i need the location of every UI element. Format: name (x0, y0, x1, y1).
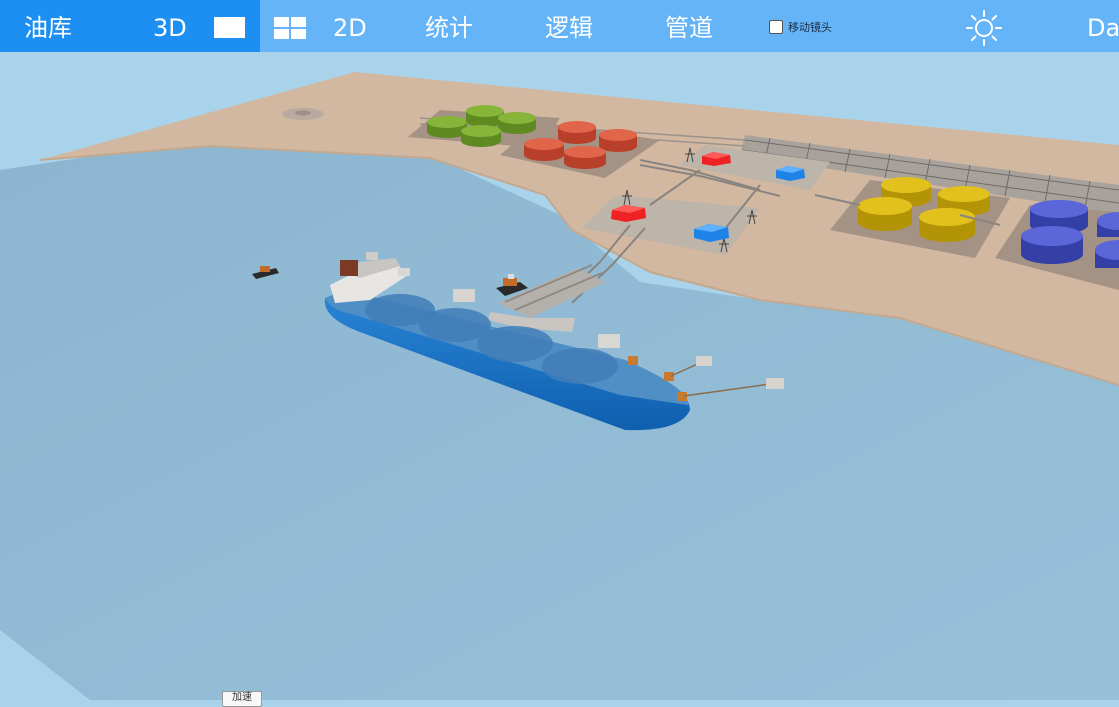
sun-icon[interactable] (964, 8, 1004, 48)
menu-pipeline[interactable]: 管道 (665, 0, 713, 52)
move-camera-toggle[interactable]: 移动镜头 (769, 18, 832, 36)
oil-depot-scene (0, 52, 1119, 700)
day-mode-button[interactable]: Day (1087, 0, 1119, 52)
move-camera-checkbox[interactable] (769, 20, 783, 34)
menu-logic[interactable]: 逻辑 (545, 0, 593, 52)
menu-statistics[interactable]: 统计 (425, 0, 473, 52)
top-navigation-bar: 油库 3D 2D 统计 逻辑 管道 移动镜头 Day (0, 0, 1119, 52)
move-camera-label: 移动镜头 (788, 21, 832, 34)
3d-scene-viewport[interactable] (0, 52, 1119, 700)
app-title: 油库 (24, 14, 72, 42)
mode-2d-button[interactable]: 2D (333, 0, 367, 52)
single-view-icon[interactable] (214, 17, 245, 38)
quad-view-icon[interactable] (274, 17, 306, 39)
mode-3d-button[interactable]: 3D (153, 0, 187, 52)
speed-up-button[interactable]: 加速 (222, 691, 262, 707)
